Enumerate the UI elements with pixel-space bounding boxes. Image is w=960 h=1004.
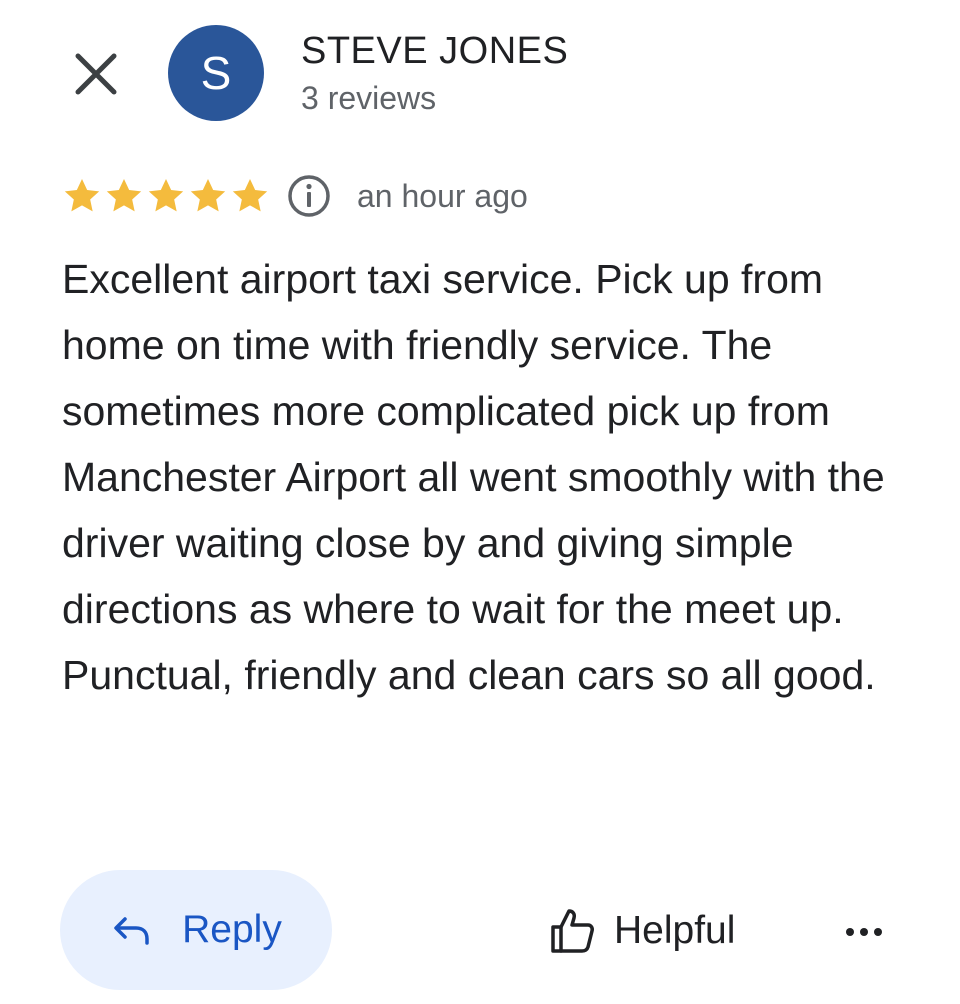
helpful-button[interactable]: Helpful [548, 895, 735, 967]
thumbs-up-icon [551, 909, 594, 953]
rating-row: an hour ago [62, 170, 528, 222]
star-icon [232, 179, 268, 212]
star-icon [106, 179, 142, 212]
more-options-button[interactable] [838, 906, 890, 958]
review-count: 3 reviews [301, 80, 437, 116]
reply-button[interactable]: Reply [60, 870, 332, 990]
review-text: Excellent airport taxi service. Pick up … [62, 256, 885, 698]
review-timestamp: an hour ago [357, 177, 528, 214]
more-horizontal-icon [846, 928, 882, 936]
star-icon [148, 179, 184, 212]
reply-label: Reply [182, 908, 282, 951]
helpful-label: Helpful [614, 909, 736, 952]
star-icon [190, 179, 226, 212]
close-icon [75, 53, 117, 95]
author-name[interactable]: STEVE JONES [301, 28, 568, 74]
avatar-initial: S [200, 47, 232, 99]
close-button[interactable] [70, 48, 122, 100]
star-icon [64, 179, 100, 212]
reply-arrow-icon [114, 917, 149, 945]
avatar[interactable]: S [168, 25, 264, 121]
star-rating [62, 176, 272, 216]
info-icon[interactable] [286, 173, 332, 219]
